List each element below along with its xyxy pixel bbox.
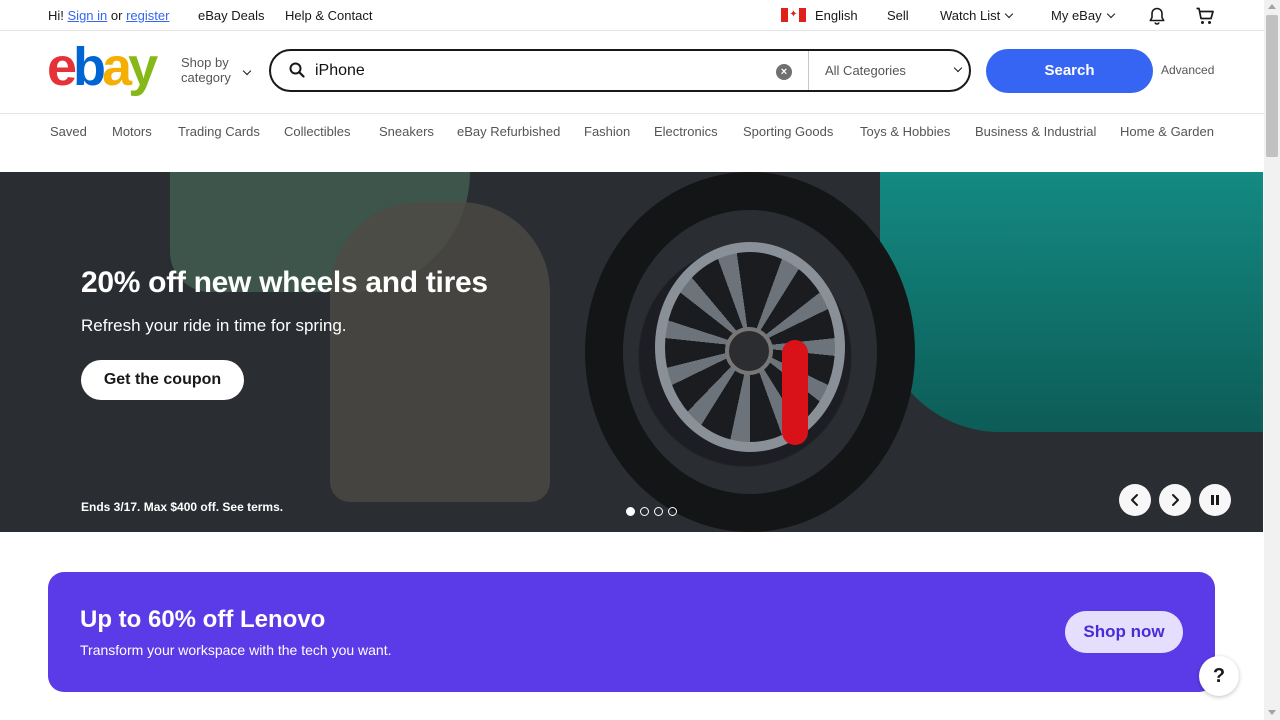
- nav-item-home-garden[interactable]: Home & Garden: [1120, 124, 1214, 139]
- carousel-dot-3[interactable]: [654, 507, 663, 516]
- scroll-down-arrow-icon[interactable]: [1268, 710, 1276, 715]
- chevron-down-icon: [1004, 9, 1014, 19]
- logo-letter-e: e: [47, 37, 77, 97]
- promo-subtitle: Transform your workspace with the tech y…: [80, 642, 392, 658]
- sign-in-link[interactable]: Sign in: [68, 8, 108, 23]
- top-utility-bar: Hi! Sign in or register eBay Deals Help …: [0, 0, 1264, 31]
- carousel-dot-4[interactable]: [668, 507, 677, 516]
- watchlist-label: Watch List: [940, 8, 1001, 23]
- carousel-dots: [626, 507, 677, 516]
- carousel-pause-button[interactable]: [1199, 484, 1231, 516]
- logo-letter-y: y: [128, 37, 158, 97]
- chevron-down-icon: [1106, 9, 1115, 19]
- nav-item-electronics[interactable]: Electronics: [654, 124, 718, 139]
- shop-by-line1: Shop by: [181, 55, 229, 70]
- nav-item-fashion[interactable]: Fashion: [584, 124, 630, 139]
- nav-item-business-industrial[interactable]: Business & Industrial: [975, 124, 1096, 139]
- header-divider: [0, 113, 1264, 114]
- hero-terms[interactable]: Ends 3/17. Max $400 off. See terms.: [81, 500, 283, 514]
- chevron-down-icon: [242, 66, 252, 76]
- clear-search-icon[interactable]: ×: [776, 64, 792, 80]
- search-icon: [289, 62, 305, 78]
- chevron-down-icon: [953, 63, 963, 73]
- help-contact-link[interactable]: Help & Contact: [285, 8, 372, 23]
- hero-banner[interactable]: 20% off new wheels and tires Refresh you…: [0, 172, 1263, 532]
- search-button[interactable]: Search: [986, 49, 1153, 93]
- shop-by-line2: category: [181, 70, 231, 85]
- hero-image-caliper: [782, 340, 808, 445]
- hero-title: 20% off new wheels and tires: [81, 266, 488, 299]
- nav-item-collectibles[interactable]: Collectibles: [284, 124, 350, 139]
- get-coupon-button[interactable]: Get the coupon: [81, 360, 244, 400]
- help-button[interactable]: ?: [1199, 656, 1239, 696]
- nav-item-trading-cards[interactable]: Trading Cards: [178, 124, 260, 139]
- greeting: Hi! Sign in or register: [48, 8, 169, 23]
- search-input[interactable]: [315, 59, 755, 83]
- pause-icon: [1211, 495, 1219, 505]
- carousel-prev-button[interactable]: [1119, 484, 1151, 516]
- logo-letter-a: a: [102, 37, 132, 97]
- category-select[interactable]: All Categories: [825, 63, 906, 78]
- divider: [808, 51, 809, 90]
- ebay-deals-link[interactable]: eBay Deals: [198, 8, 264, 23]
- vertical-scrollbar[interactable]: [1264, 0, 1280, 720]
- hero-image-car: [880, 172, 1263, 432]
- chevron-left-icon: [1131, 494, 1138, 506]
- canada-flag-icon: ✦: [781, 8, 806, 22]
- greeting-text: Hi!: [48, 8, 64, 23]
- carousel-dot-1[interactable]: [626, 507, 635, 516]
- scroll-thumb[interactable]: [1266, 15, 1278, 157]
- promo-title: Up to 60% off Lenovo: [80, 606, 326, 633]
- nav-item-motors[interactable]: Motors: [112, 124, 152, 139]
- register-link[interactable]: register: [126, 8, 169, 23]
- nav-item-saved[interactable]: Saved: [50, 124, 87, 139]
- chevron-right-icon: [1172, 494, 1179, 506]
- hero-image-person-leg: [330, 202, 550, 502]
- cart-icon[interactable]: [1195, 6, 1215, 26]
- sell-link[interactable]: Sell: [887, 8, 909, 23]
- notification-bell-icon[interactable]: [1147, 6, 1167, 26]
- carousel-next-button[interactable]: [1159, 484, 1191, 516]
- promo-banner[interactable]: Up to 60% off Lenovo Transform your work…: [48, 572, 1215, 692]
- scroll-up-arrow-icon[interactable]: [1268, 4, 1276, 9]
- hero-image-hub: [725, 327, 773, 375]
- nav-item-toys-hobbies[interactable]: Toys & Hobbies: [860, 124, 950, 139]
- watchlist-menu[interactable]: Watch List: [940, 8, 1014, 23]
- nav-item-ebay-refurbished[interactable]: eBay Refurbished: [457, 124, 560, 139]
- or-text: or: [110, 8, 123, 23]
- language-selector[interactable]: English: [815, 8, 858, 23]
- logo-letter-b: b: [73, 37, 106, 97]
- my-ebay-menu[interactable]: My eBay: [1051, 8, 1115, 23]
- shop-by-category-button[interactable]: Shop by category: [181, 55, 231, 85]
- my-ebay-label: My eBay: [1051, 8, 1102, 23]
- advanced-search-link[interactable]: Advanced: [1161, 63, 1214, 77]
- nav-item-sneakers[interactable]: Sneakers: [379, 124, 434, 139]
- search-bar: × All Categories: [269, 49, 971, 92]
- shop-now-button[interactable]: Shop now: [1065, 611, 1183, 653]
- carousel-dot-2[interactable]: [640, 507, 649, 516]
- nav-item-sporting-goods[interactable]: Sporting Goods: [743, 124, 833, 139]
- ebay-logo[interactable]: ebay: [47, 37, 158, 97]
- hero-subtitle: Refresh your ride in time for spring.: [81, 316, 347, 335]
